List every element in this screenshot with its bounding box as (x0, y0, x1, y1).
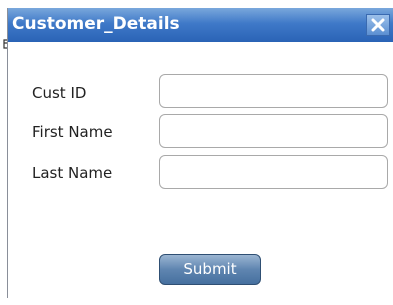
submit-button[interactable]: Submit (159, 254, 261, 285)
window-title: Customer_Details (12, 14, 180, 34)
close-icon (371, 18, 385, 32)
last-name-field[interactable] (159, 155, 388, 189)
cust-id-label: Cust ID (32, 84, 87, 102)
cust-id-field[interactable] (159, 74, 388, 108)
close-button[interactable] (366, 14, 390, 36)
first-name-label: First Name (32, 123, 113, 141)
last-name-label: Last Name (32, 164, 113, 182)
first-name-field[interactable] (159, 114, 388, 148)
title-bar[interactable]: Customer_Details (8, 8, 393, 42)
